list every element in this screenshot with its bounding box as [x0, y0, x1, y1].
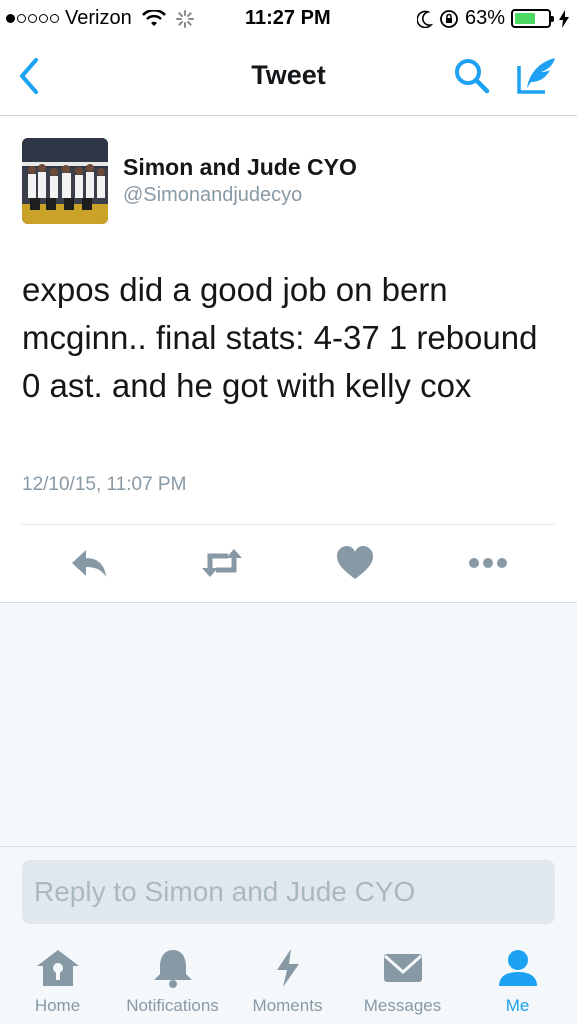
carrier-name: Verizon — [65, 7, 132, 29]
user-handle[interactable]: @Simonandjudecyo — [123, 184, 302, 207]
empty-replies-area — [0, 604, 577, 846]
tab-moments[interactable]: Moments — [230, 948, 345, 1024]
more-icon[interactable] — [466, 544, 510, 582]
do-not-disturb-icon — [416, 10, 433, 28]
status-bar: Verizon 11:27 PM 63% — [0, 0, 577, 38]
tab-home[interactable]: Home — [0, 948, 115, 1024]
tab-notifications[interactable]: Notifications — [115, 948, 230, 1024]
tab-label: Notifications — [126, 996, 219, 1015]
home-icon — [36, 950, 79, 986]
like-icon[interactable] — [333, 544, 377, 582]
avatar[interactable] — [22, 138, 108, 224]
battery-fill — [515, 13, 536, 24]
battery-percent: 63% — [464, 7, 505, 29]
search-icon[interactable] — [452, 56, 492, 96]
navigation-bar: Tweet — [0, 38, 577, 116]
tab-label: Me — [505, 996, 530, 1015]
reply-bar — [0, 846, 577, 938]
tab-label: Moments — [252, 996, 323, 1015]
tab-me[interactable]: Me — [460, 948, 575, 1024]
tweet-timestamp: 12/10/15, 11:07 PM — [22, 474, 187, 495]
tab-messages[interactable]: Messages — [345, 948, 460, 1024]
retweet-icon[interactable] — [200, 544, 244, 582]
rotation-lock-icon — [440, 9, 458, 28]
reply-input[interactable] — [22, 860, 555, 924]
person-icon — [498, 950, 537, 986]
charging-bolt-icon — [559, 9, 569, 28]
wifi-icon — [141, 9, 166, 26]
tweet-text: expos did a good job on bern mcginn.. fi… — [22, 271, 538, 404]
signal-strength-icon — [6, 14, 59, 23]
status-time: 11:27 PM — [245, 7, 331, 29]
activity-spinner-icon — [175, 9, 194, 28]
lightning-icon — [276, 949, 299, 987]
reply-icon[interactable] — [68, 544, 112, 582]
tweet-detail: Simon and Jude CYO @Simonandjudecyo expo… — [0, 116, 577, 603]
envelope-icon — [383, 954, 422, 982]
tab-label: Messages — [363, 996, 442, 1015]
status-left: Verizon — [6, 7, 194, 30]
tab-label: Home — [34, 996, 81, 1015]
bell-icon — [153, 950, 192, 988]
divider — [22, 524, 555, 525]
compose-tweet-icon[interactable] — [515, 54, 559, 96]
status-right: 63% — [416, 7, 569, 30]
battery-icon — [511, 9, 554, 28]
tab-bar: Home Notifications Moments Messages Me — [0, 938, 577, 1024]
user-name[interactable]: Simon and Jude CYO — [123, 154, 357, 181]
